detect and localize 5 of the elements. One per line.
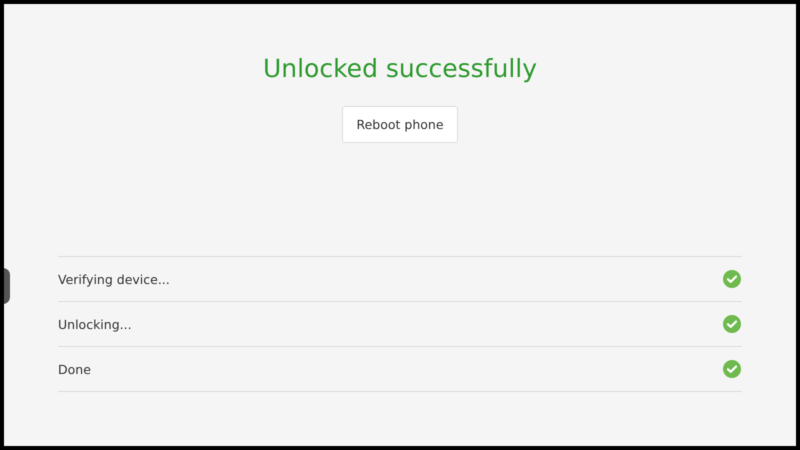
status-title: Unlocked successfully [262,53,538,85]
step-label: Unlocking... [58,316,132,332]
step-label: Verifying device... [58,272,170,286]
step-label: Done [58,362,91,376]
reboot-button[interactable]: Reboot phone [342,106,458,143]
